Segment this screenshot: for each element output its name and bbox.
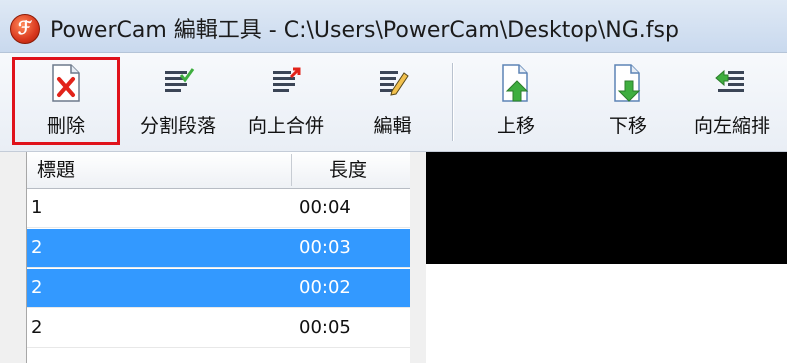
column-header-length[interactable]: 長度 bbox=[329, 152, 367, 188]
row-title: 2 bbox=[31, 237, 43, 258]
outdent-left-label: 向左縮排 bbox=[694, 115, 771, 137]
merge-up-label: 向上合併 bbox=[247, 115, 324, 137]
move-down-label: 下移 bbox=[608, 115, 647, 137]
edit-pencil-icon bbox=[376, 63, 410, 103]
merge-up-button[interactable]: 向上合併 bbox=[232, 57, 340, 145]
move-down-icon bbox=[611, 63, 645, 103]
row-length: 00:04 bbox=[299, 197, 351, 218]
left-strip bbox=[0, 152, 26, 363]
move-down-button[interactable]: 下移 bbox=[588, 57, 668, 145]
preview-panel bbox=[426, 152, 787, 363]
toolbar: 刪除 分割段落 向上合併 編輯 上移 下移 向左縮排 bbox=[0, 53, 787, 152]
list-row-selected[interactable]: 2 00:02 bbox=[27, 269, 411, 308]
list-row[interactable]: 2 00:05 bbox=[27, 309, 411, 348]
list-row-selected[interactable]: 2 00:03 bbox=[27, 229, 411, 268]
edit-button[interactable]: 編輯 bbox=[345, 57, 440, 145]
merge-up-icon bbox=[269, 63, 303, 103]
split-paragraph-icon bbox=[161, 63, 195, 103]
delete-button[interactable]: 刪除 bbox=[12, 57, 120, 145]
split-paragraph-button[interactable]: 分割段落 bbox=[124, 57, 232, 145]
powercam-logo-icon[interactable]: ℱ bbox=[10, 14, 40, 44]
row-length: 00:05 bbox=[299, 317, 351, 338]
row-length: 00:02 bbox=[299, 277, 351, 298]
row-title: 2 bbox=[31, 317, 43, 338]
move-up-button[interactable]: 上移 bbox=[476, 57, 556, 145]
row-title: 1 bbox=[31, 197, 43, 218]
row-length: 00:03 bbox=[299, 237, 351, 258]
delete-document-icon bbox=[49, 63, 83, 103]
outdent-left-icon bbox=[714, 63, 748, 103]
row-title: 2 bbox=[31, 277, 43, 298]
split-paragraph-label: 分割段落 bbox=[139, 115, 216, 137]
move-up-label: 上移 bbox=[496, 115, 535, 137]
panel-splitter[interactable] bbox=[410, 152, 426, 363]
list-header: 標題 長度 bbox=[27, 152, 411, 189]
window-title: PowerCam 編輯工具 - C:\Users\PowerCam\Deskto… bbox=[50, 18, 679, 43]
column-header-title[interactable]: 標題 bbox=[37, 152, 75, 188]
list-row[interactable]: 1 00:04 bbox=[27, 189, 411, 228]
column-divider[interactable] bbox=[291, 154, 292, 186]
delete-button-label: 刪除 bbox=[46, 115, 85, 137]
video-preview bbox=[426, 152, 787, 264]
edit-label: 編輯 bbox=[373, 115, 412, 137]
move-up-icon bbox=[499, 63, 533, 103]
outdent-left-button[interactable]: 向左縮排 bbox=[690, 57, 787, 145]
segment-list[interactable]: 標題 長度 1 00:04 2 00:03 2 00:02 2 00:05 bbox=[26, 152, 411, 363]
toolbar-separator bbox=[452, 63, 453, 141]
title-bar: ℱ PowerCam 編輯工具 - C:\Users\PowerCam\Desk… bbox=[0, 0, 787, 53]
